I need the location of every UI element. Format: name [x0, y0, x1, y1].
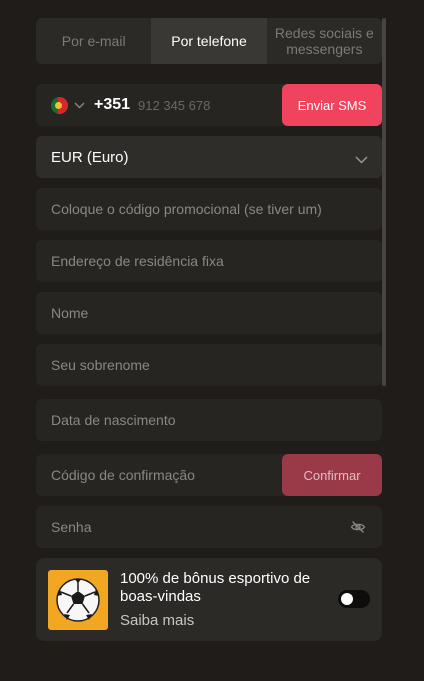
phone-input[interactable]: 912 345 678	[138, 98, 210, 113]
chevron-down-icon[interactable]	[74, 99, 86, 111]
last-name-input[interactable]: Seu sobrenome	[36, 344, 382, 386]
password-placeholder: Senha	[51, 519, 92, 535]
portugal-flag-icon[interactable]	[51, 96, 68, 114]
promo-code-input[interactable]: Coloque o código promocional (se tiver u…	[36, 188, 382, 230]
registration-tabs: Por e-mail Por telefone Redes sociais e …	[36, 18, 382, 64]
chevron-down-icon	[355, 151, 368, 169]
password-input[interactable]: Senha	[36, 506, 382, 548]
address-input[interactable]: Endereço de residência fixa	[36, 240, 382, 282]
birth-date-placeholder: Data de nascimento	[51, 412, 176, 428]
birth-date-input[interactable]: Data de nascimento	[36, 399, 382, 441]
tab-email[interactable]: Por e-mail	[36, 18, 151, 64]
learn-more-link[interactable]: Saiba mais	[120, 612, 194, 629]
eye-hidden-icon[interactable]	[350, 519, 366, 540]
first-name-input[interactable]: Nome	[36, 292, 382, 334]
tab-social[interactable]: Redes sociais e messengers	[267, 18, 382, 64]
send-sms-button[interactable]: Enviar SMS	[282, 84, 382, 126]
tab-phone[interactable]: Por telefone	[151, 18, 267, 64]
soccer-ball-icon	[48, 570, 108, 630]
address-placeholder: Endereço de residência fixa	[51, 253, 224, 269]
phone-field: +351 912 345 678 Enviar SMS	[36, 84, 382, 126]
promo-code-placeholder: Coloque o código promocional (se tiver u…	[51, 201, 322, 217]
registration-form: Por e-mail Por telefone Redes sociais e …	[36, 18, 382, 641]
currency-select[interactable]: EUR (Euro)	[36, 136, 382, 178]
confirm-button[interactable]: Confirmar	[282, 454, 382, 496]
confirmation-code-field: Código de confirmação Confirmar	[36, 454, 382, 496]
confirmation-code-input[interactable]: Código de confirmação	[36, 467, 195, 483]
toggle-knob	[341, 593, 353, 605]
welcome-bonus-card: 100% de bônus esportivo de boas-vindas S…	[36, 558, 382, 641]
first-name-placeholder: Nome	[51, 305, 89, 321]
scrollbar[interactable]	[382, 18, 386, 386]
last-name-placeholder: Seu sobrenome	[51, 357, 150, 373]
country-code: +351	[94, 96, 131, 113]
bonus-title: 100% de bônus esportivo de boas-vindas	[120, 570, 311, 605]
bonus-toggle[interactable]	[338, 590, 370, 608]
currency-value: EUR (Euro)	[51, 148, 129, 166]
